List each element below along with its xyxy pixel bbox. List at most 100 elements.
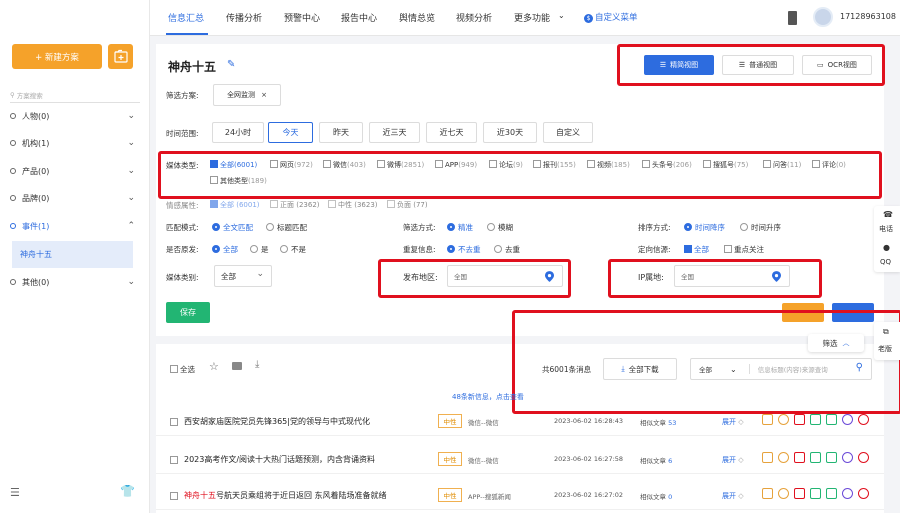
avatar[interactable] — [813, 7, 833, 27]
category-brand[interactable]: 品牌(0) ⌄ — [10, 190, 135, 206]
page-title: 神舟十五 — [168, 60, 217, 74]
original-no[interactable]: 不是 — [280, 244, 306, 255]
copy-icon[interactable] — [826, 488, 837, 499]
qq-label[interactable]: QQ — [880, 258, 891, 266]
nav-info-summary[interactable]: 信息汇总 — [168, 11, 204, 24]
row-title[interactable]: 2023高考作文/阅读十大热门话题预测，内含背诵资料 — [184, 454, 375, 465]
copy-icon[interactable] — [826, 452, 837, 463]
alert-icon[interactable] — [794, 414, 805, 425]
sentiment-neutral[interactable]: 中性 (3623) — [328, 200, 378, 210]
phone-label[interactable]: 电话 — [879, 224, 893, 234]
nav-spread-analysis[interactable]: 传播分析 — [226, 11, 262, 24]
dup-keep[interactable]: 不去重 — [447, 244, 481, 255]
category-event[interactable]: 事件(1) ⌃ — [10, 218, 135, 234]
table-row[interactable]: 神舟十五号航天员乘组将于近日返回 东风着陆场准备就绪 中性 APP--搜狐新闻 … — [156, 481, 884, 510]
row-checkbox[interactable] — [170, 456, 178, 464]
row-title[interactable]: 西安胡家庙医院党员先锋365|党的领导与中式现代化 — [184, 416, 370, 427]
tshirt-icon[interactable]: 👕 — [120, 484, 135, 498]
time-24h[interactable]: 24小时 — [212, 122, 264, 143]
nav-report-center[interactable]: 报告中心 — [341, 11, 377, 24]
table-row[interactable]: 2023高考作文/阅读十大热门话题预测，内含背诵资料 中性 微信--微信 202… — [156, 445, 884, 474]
time-3days[interactable]: 近三天 — [369, 122, 420, 143]
row-expand[interactable]: 展开 ◇ — [722, 417, 744, 427]
category-org[interactable]: 机构(1) ⌄ — [10, 135, 135, 151]
alert-icon[interactable] — [794, 488, 805, 499]
row-checkbox[interactable] — [170, 492, 178, 500]
note-icon[interactable] — [762, 452, 773, 463]
category-product[interactable]: 产品(0) ⌄ — [10, 163, 135, 179]
time-today[interactable]: 今天 — [268, 122, 313, 143]
new-info-notice[interactable]: 48条新信息，点击查看 — [452, 392, 524, 402]
edit-icon[interactable]: ✎ — [227, 59, 235, 70]
edit-icon[interactable] — [810, 414, 821, 425]
row-expand[interactable]: 展开 ◇ — [722, 491, 744, 501]
original-yes[interactable]: 是 — [250, 244, 269, 255]
note-icon[interactable] — [762, 414, 773, 425]
source-all[interactable]: 全部 — [684, 244, 709, 255]
mobile-icon[interactable] — [788, 11, 797, 25]
chevron-down-icon: ⌄ — [127, 138, 135, 148]
category-other[interactable]: 其他(0) ⌄ — [10, 274, 135, 290]
row-similar[interactable]: 相似文章 53 — [640, 417, 676, 427]
filter-precise[interactable]: 精准 — [447, 222, 473, 233]
folder-icon[interactable] — [232, 362, 242, 370]
old-version-float[interactable]: ⧉ 老版 — [874, 322, 900, 360]
phone-icon[interactable]: ☎ — [883, 210, 893, 219]
qq-icon[interactable]: ● — [883, 243, 890, 252]
time-30days[interactable]: 近30天 — [483, 122, 537, 143]
at-icon[interactable] — [842, 414, 853, 425]
close-icon[interactable]: × — [261, 91, 267, 99]
star-icon[interactable] — [778, 414, 789, 425]
star-icon[interactable]: ☆ — [209, 360, 219, 373]
sort-desc[interactable]: 时间降序 — [684, 222, 725, 233]
copy-icon[interactable] — [826, 414, 837, 425]
plan-item-shenzhou15[interactable]: 神舟十五 — [12, 241, 133, 268]
at-icon[interactable] — [842, 488, 853, 499]
time-yesterday[interactable]: 昨天 — [319, 122, 363, 143]
row-checkbox[interactable] — [170, 418, 178, 426]
nav-more[interactable]: 更多功能 — [514, 11, 550, 24]
sort-asc[interactable]: 时间升序 — [740, 222, 781, 233]
filter-fuzzy[interactable]: 模糊 — [487, 222, 513, 233]
time-7days[interactable]: 近七天 — [426, 122, 477, 143]
row-similar[interactable]: 相似文章 0 — [640, 491, 672, 501]
custom-menu-link[interactable]: $ 自定义菜单 — [584, 11, 638, 23]
star-icon[interactable] — [778, 452, 789, 463]
new-plan-button[interactable]: + 新建方案 — [12, 44, 102, 69]
edit-icon[interactable] — [810, 488, 821, 499]
category-people[interactable]: 人物(0) ⌄ — [10, 108, 135, 124]
filter-plan-chip[interactable]: 全网监测 × — [213, 84, 281, 106]
collapse-menu-icon[interactable]: ☰ — [10, 486, 20, 499]
alert-icon[interactable] — [794, 452, 805, 463]
match-title[interactable]: 标题匹配 — [266, 222, 307, 233]
nav-alert-center[interactable]: 预警中心 — [284, 11, 320, 24]
table-row[interactable]: 西安胡家庙医院党员先锋365|党的领导与中式现代化 中性 微信--微信 2023… — [156, 407, 884, 436]
plan-search-input[interactable]: ⚲ 方案搜索 — [10, 87, 140, 103]
original-all[interactable]: 全部 — [212, 244, 238, 255]
source-focus[interactable]: 重点关注 — [724, 244, 764, 255]
nav-overview[interactable]: 舆情总览 — [399, 11, 435, 24]
media-category-select[interactable]: 全部 ⌄ — [214, 265, 272, 287]
time-custom[interactable]: 自定义 — [543, 122, 593, 143]
note-icon[interactable] — [762, 488, 773, 499]
row-title[interactable]: 神舟十五号航天员乘组将于近日返回 东风着陆场准备就绪 — [184, 490, 387, 501]
nav-video-analysis[interactable]: 视频分析 — [456, 11, 492, 24]
row-similar[interactable]: 相似文章 6 — [640, 455, 672, 465]
download-icon[interactable]: ⤓ — [255, 359, 259, 370]
dup-remove[interactable]: 去重 — [494, 244, 520, 255]
highlight-box-region — [378, 259, 571, 298]
edit-icon[interactable] — [810, 452, 821, 463]
match-fulltext[interactable]: 全文匹配 — [212, 222, 253, 233]
star-icon[interactable] — [778, 488, 789, 499]
row-expand[interactable]: 展开 ◇ — [722, 455, 744, 465]
target-icon[interactable] — [858, 452, 869, 463]
select-all[interactable]: 全选 — [170, 364, 195, 375]
sentiment-negative[interactable]: 负面 (77) — [387, 200, 428, 210]
target-icon[interactable] — [858, 488, 869, 499]
target-icon[interactable] — [858, 414, 869, 425]
folder-add-button[interactable] — [108, 44, 133, 69]
sentiment-all[interactable]: 全部 (6001) — [210, 200, 260, 210]
at-icon[interactable] — [842, 452, 853, 463]
sentiment-positive[interactable]: 正面 (2362) — [270, 200, 320, 210]
save-button[interactable]: 保存 — [166, 302, 210, 323]
